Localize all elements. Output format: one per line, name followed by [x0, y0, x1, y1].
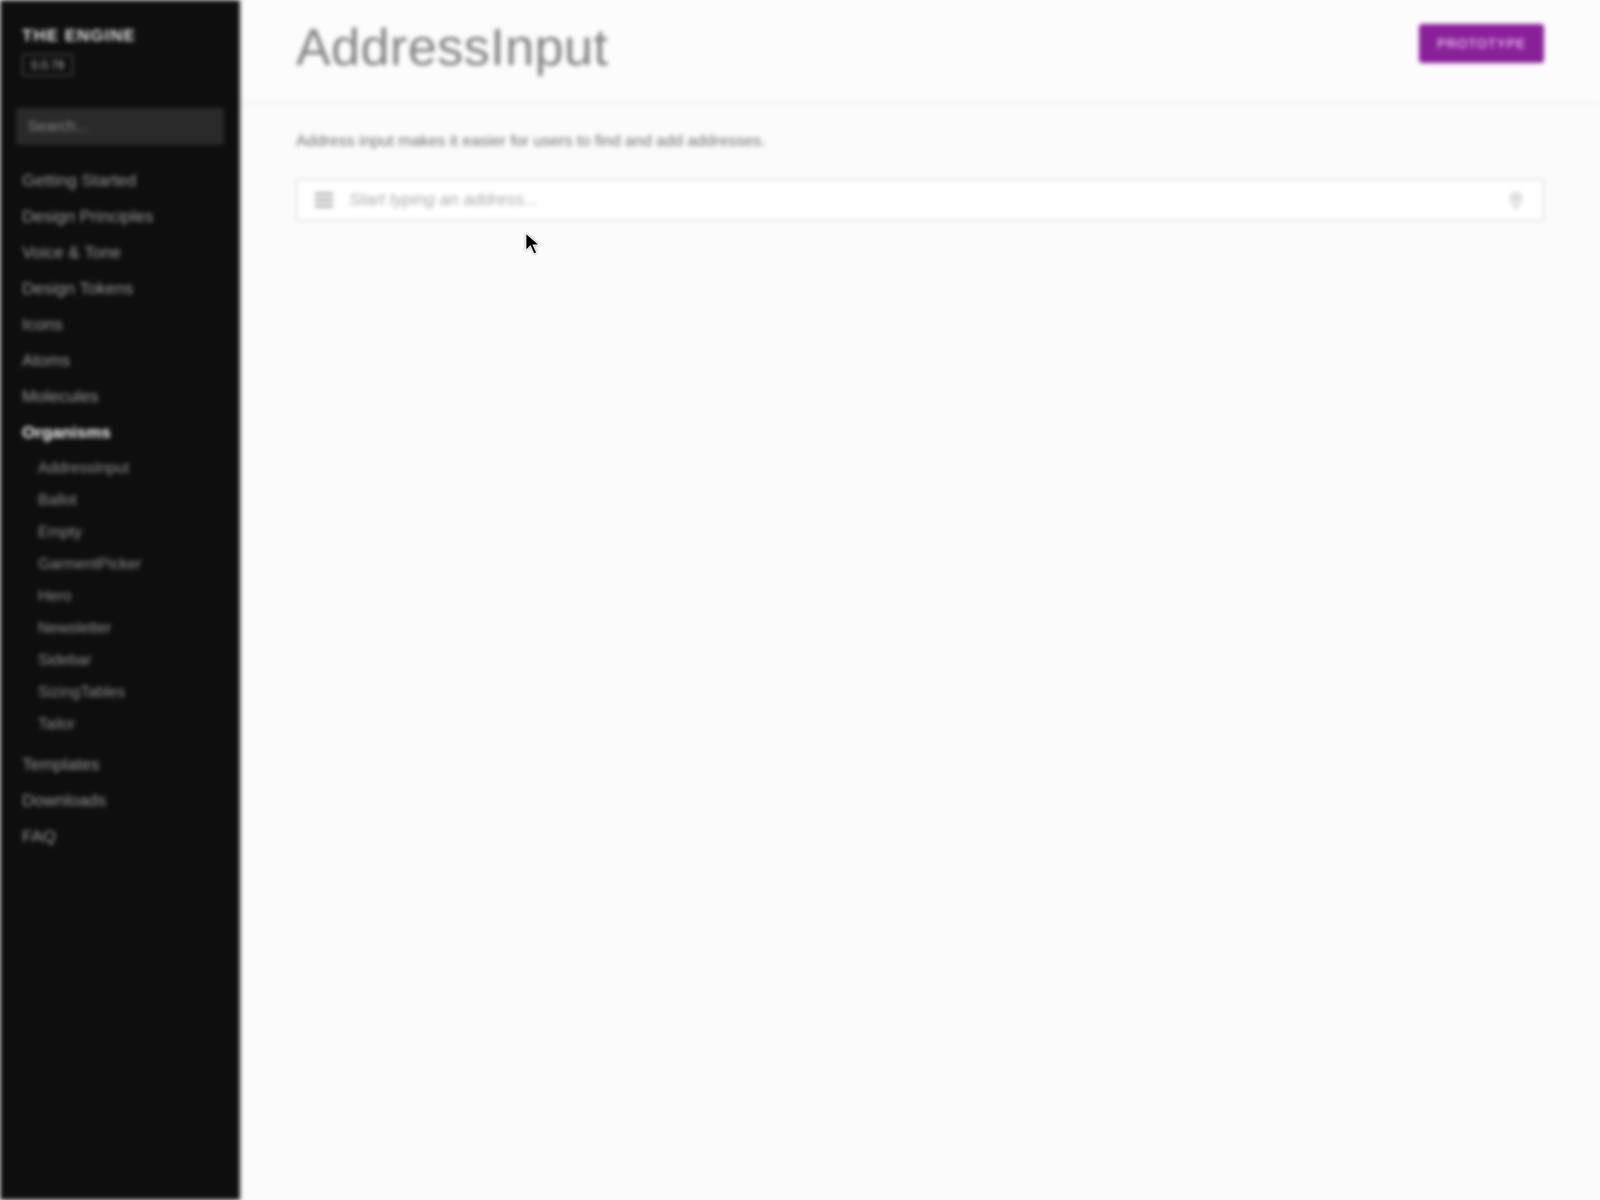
address-input[interactable] — [349, 190, 1507, 210]
sidebar-item-design-principles[interactable]: Design Principles — [0, 199, 240, 235]
prototype-button[interactable]: PROTOTYPE — [1419, 24, 1544, 63]
search-input[interactable] — [16, 108, 224, 145]
page-header: AddressInput PROTOTYPE — [240, 0, 1600, 103]
main: AddressInput PROTOTYPE Address input mak… — [240, 0, 1600, 1200]
brand-title: THE ENGINE — [22, 26, 218, 46]
sidebar-subitem-tailor[interactable]: Tailor — [0, 709, 240, 741]
sidebar-item-organisms[interactable]: Organisms — [0, 415, 240, 451]
address-input-box[interactable] — [296, 179, 1544, 221]
sidebar: THE ENGINE 0.0.78 Getting Started Design… — [0, 0, 240, 1200]
menu-icon[interactable] — [315, 193, 333, 207]
sidebar-item-templates[interactable]: Templates — [0, 747, 240, 783]
sidebar-sub-organisms: AddressInput Ballot Empty GarmentPicker … — [0, 451, 240, 747]
sidebar-item-downloads[interactable]: Downloads — [0, 783, 240, 819]
brand-block: THE ENGINE 0.0.78 — [0, 18, 240, 86]
sidebar-item-voice-tone[interactable]: Voice & Tone — [0, 235, 240, 271]
sidebar-subitem-newsletter[interactable]: Newsletter — [0, 613, 240, 645]
sidebar-item-design-tokens[interactable]: Design Tokens — [0, 271, 240, 307]
sidebar-subitem-ballot[interactable]: Ballot — [0, 485, 240, 517]
sidebar-item-icons[interactable]: Icons — [0, 307, 240, 343]
sidebar-item-faq[interactable]: FAQ — [0, 819, 240, 855]
intro-text: Address input makes it easier for users … — [296, 133, 1544, 151]
sidebar-nav: Getting Started Design Principles Voice … — [0, 163, 240, 855]
sidebar-subitem-sizingtables[interactable]: SizingTables — [0, 677, 240, 709]
sidebar-subitem-sidebar[interactable]: Sidebar — [0, 645, 240, 677]
sidebar-item-getting-started[interactable]: Getting Started — [0, 163, 240, 199]
page-title: AddressInput — [296, 18, 608, 78]
sidebar-subitem-hero[interactable]: Hero — [0, 581, 240, 613]
sidebar-item-atoms[interactable]: Atoms — [0, 343, 240, 379]
sidebar-item-molecules[interactable]: Molecules — [0, 379, 240, 415]
sidebar-search — [16, 108, 224, 145]
location-pin-icon[interactable] — [1507, 189, 1525, 211]
sidebar-subitem-empty[interactable]: Empty — [0, 517, 240, 549]
content: Address input makes it easier for users … — [240, 103, 1600, 251]
version-badge: 0.0.78 — [22, 54, 73, 76]
sidebar-subitem-addressinput[interactable]: AddressInput — [0, 453, 240, 485]
sidebar-subitem-garmentpicker[interactable]: GarmentPicker — [0, 549, 240, 581]
